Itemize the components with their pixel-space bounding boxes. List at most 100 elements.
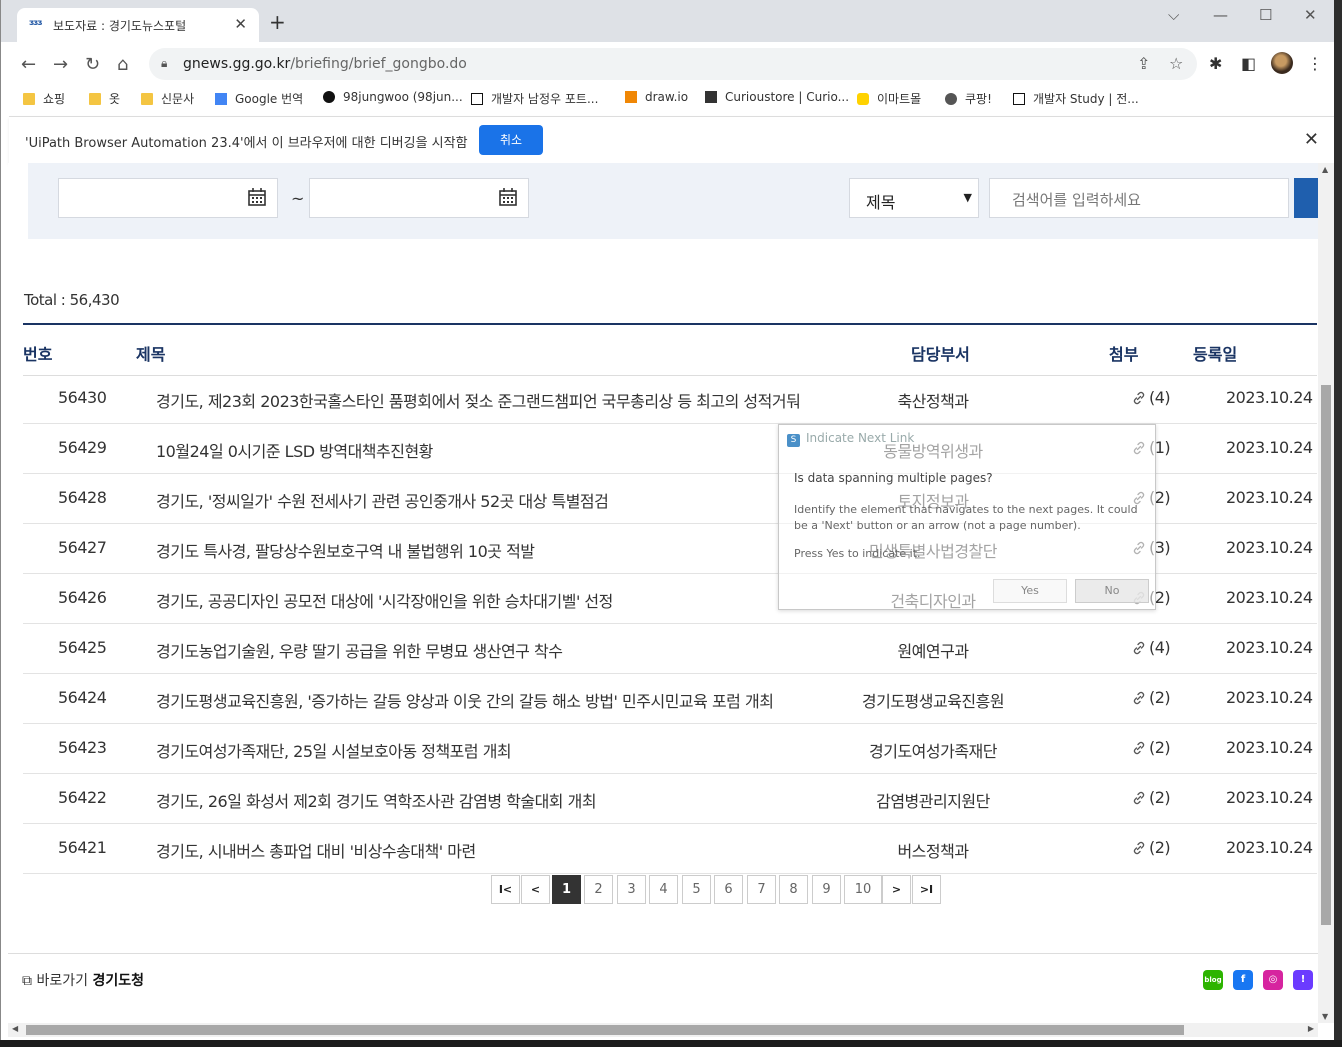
close-window-button[interactable]: ✕ [1304,6,1317,24]
instagram-icon[interactable]: ◎ [1263,970,1283,990]
search-placeholder: 검색어를 입력하세요 [1012,191,1141,209]
menu-kebab-icon[interactable]: ⋮ [1307,54,1323,73]
bookmark-item[interactable]: 98jungwoo (98jun... [323,90,463,104]
scroll-left-arrow-icon[interactable]: ◀ [12,1024,18,1033]
page-7-button[interactable]: 7 [747,875,776,904]
row-attachment[interactable]: (2) [1131,688,1171,707]
table-row[interactable]: 56422 경기도, 26일 화성서 제2회 경기도 역학조사관 감염병 학술대회… [23,773,1317,824]
minimize-button[interactable]: — [1213,6,1228,24]
row-title-link[interactable]: 10월24일 0시기준 LSD 방역대책추진현황 [156,438,433,462]
bookmark-item[interactable]: draw.io [625,90,688,104]
horizontal-scroll-thumb[interactable] [26,1025,1184,1035]
row-attachment[interactable]: (2) [1131,738,1171,757]
row-title-link[interactable]: 경기도여성가족재단, 25일 시설보호아동 정책포럼 개최 [156,738,512,762]
reload-icon[interactable]: ↻ [85,54,100,75]
row-title-link[interactable]: 경기도평생교육진흥원, '증가하는 갈등 양상과 이웃 간의 갈등 해소 방법'… [156,688,774,712]
search-input[interactable]: 검색어를 입력하세요 [989,178,1289,218]
scroll-up-arrow-icon[interactable]: ▲ [1322,165,1328,174]
page-8-button[interactable]: 8 [779,875,808,904]
new-tab-button[interactable]: + [269,10,286,34]
row-title-link[interactable]: 경기도, 제23회 2023한국홀스타인 품평회에서 젖소 준그랜드챔피언 국무… [156,388,801,412]
facebook-icon[interactable]: f [1233,970,1253,990]
window-edge [1334,0,1342,1040]
row-number: 56426 [58,588,107,607]
address-bar[interactable]: 🔒︎ gnews.gg.go.kr/briefing/brief_gongbo.… [149,48,1197,80]
shortcut-link[interactable]: ⧉ 바로가기 경기도청 [22,970,144,990]
blog-icon[interactable]: blog [1203,970,1223,990]
calendar-icon[interactable] [498,187,518,207]
row-number: 56430 [58,388,107,407]
bookmark-item[interactable]: 이마트몰 [857,90,921,107]
url-text[interactable]: gnews.gg.go.kr/briefing/brief_gongbo.do [183,56,467,72]
page-6-button[interactable]: 6 [714,875,743,904]
home-icon[interactable]: ⌂ [117,54,128,75]
scroll-down-arrow-icon[interactable]: ▼ [1322,1012,1328,1021]
page-9-button[interactable]: 9 [812,875,841,904]
calendar-icon[interactable] [247,187,267,207]
table-row[interactable]: 56424 경기도평생교육진흥원, '증가하는 갈등 양상과 이웃 간의 갈등 해… [23,673,1317,724]
page-4-button[interactable]: 4 [649,875,678,904]
bookmark-item[interactable]: 개발자 Study | 전... [1013,90,1139,107]
notion-icon [471,93,483,105]
page-2-button[interactable]: 2 [584,875,613,904]
prev-page-button[interactable]: < [521,875,550,904]
row-attachment[interactable]: (2) [1131,838,1171,857]
end-date-input[interactable] [309,178,529,218]
page-5-button[interactable]: 5 [682,875,711,904]
bookmark-item[interactable]: 쇼핑 [23,90,65,107]
row-title-link[interactable]: 경기도, '정씨일가' 수원 전세사기 관련 공인중개사 52곳 대상 특별점검 [156,488,609,512]
header-department: 담당부서 [911,345,970,364]
table-row[interactable]: 56423 경기도여성가족재단, 25일 시설보호아동 정책포럼 개최 경기도여성가… [23,723,1317,774]
page-10-button[interactable]: 10 [844,875,882,904]
profile-avatar[interactable] [1271,52,1293,74]
scroll-right-arrow-icon[interactable]: ▶ [1308,1024,1314,1033]
bookmark-item[interactable]: 쿠팡! [945,90,992,107]
table-row[interactable]: 56425 경기도농업기술원, 우량 딸기 공급을 위한 무병묘 생산연구 착수 원… [23,623,1317,674]
extensions-puzzle-icon[interactable]: ✱ [1209,54,1222,73]
row-title-link[interactable]: 경기도, 공공디자인 공모전 대상에 '시각장애인을 위한 승차대기벨' 선정 [156,588,613,612]
vertical-scroll-thumb[interactable] [1321,385,1331,925]
horizontal-scrollbar[interactable]: ◀ ▶ [8,1023,1318,1037]
search-button[interactable] [1294,178,1318,218]
tab-active[interactable]: ᴣᴣᴣ 보도자료 : 경기도뉴스포털 ✕ [17,8,259,42]
row-title-link[interactable]: 경기도농업기술원, 우량 딸기 공급을 위한 무병묘 생산연구 착수 [156,638,563,662]
table-row[interactable]: 56421 경기도, 시내버스 총파업 대비 '비상수송대책' 마련 버스정책과 (2… [23,823,1317,874]
bookmark-item[interactable]: Google 번역 [215,90,303,107]
maximize-button[interactable]: ☐ [1259,6,1272,24]
row-attachment[interactable]: (4) [1131,638,1171,657]
page-1-button[interactable]: 1 [552,875,581,904]
row-title-link[interactable]: 경기도, 26일 화성서 제2회 경기도 역학조사관 감염병 학술대회 개최 [156,788,597,812]
row-attachment[interactable]: (4) [1131,388,1171,407]
bookmark-item[interactable]: 신문사 [141,90,194,107]
next-page-button[interactable]: > [882,875,911,904]
bookmark-item[interactable]: Curioustore | Curio... [705,90,849,104]
folder-icon [23,93,35,105]
back-arrow-icon[interactable]: ← [21,54,36,75]
dialog-no-button[interactable]: No [1075,579,1149,603]
search-field-select[interactable]: 제목 ▼ [849,178,979,218]
page-3-button[interactable]: 3 [617,875,646,904]
first-page-button[interactable]: I< [491,875,520,904]
bookmark-item[interactable]: 개발자 남정우 포트... [471,90,598,107]
forward-arrow-icon[interactable]: → [53,54,68,75]
last-page-button[interactable]: >I [912,875,941,904]
infobar-close-icon[interactable]: ✕ [1304,129,1319,150]
share-icon[interactable]: ⇪ [1137,54,1150,73]
row-title-link[interactable]: 경기도, 시내버스 총파업 대비 '비상수송대책' 마련 [156,838,476,862]
infobar-cancel-button[interactable]: 취소 [479,125,543,155]
tab-close-icon[interactable]: ✕ [234,15,247,33]
kakaostory-icon[interactable]: ! [1293,970,1313,990]
row-title-link[interactable]: 경기도 특사경, 팔당상수원보호구역 내 불법행위 10곳 적발 [156,538,535,562]
side-panel-icon[interactable]: ◧ [1241,54,1256,73]
dialog-yes-button[interactable]: Yes [993,579,1067,603]
start-date-input[interactable] [58,178,278,218]
header-attachment: 첨부 [1109,345,1139,364]
dialog-question: Is data spanning multiple pages? [794,471,993,485]
bookmark-star-icon[interactable]: ☆ [1169,54,1183,73]
bookmark-item[interactable]: 옷 [89,90,120,107]
row-attachment[interactable]: (2) [1131,788,1171,807]
table-row[interactable]: 56430 경기도, 제23회 2023한국홀스타인 품평회에서 젖소 준그랜드챔… [23,373,1317,424]
tab-search-chevron-icon[interactable]: ⌵ [1168,6,1179,24]
vertical-scrollbar[interactable]: ▲ ▼ [1318,163,1334,1023]
bookmarks-bar: 쇼핑 옷 신문사 Google 번역 98jungwoo (98jun... 개… [1,86,1335,112]
